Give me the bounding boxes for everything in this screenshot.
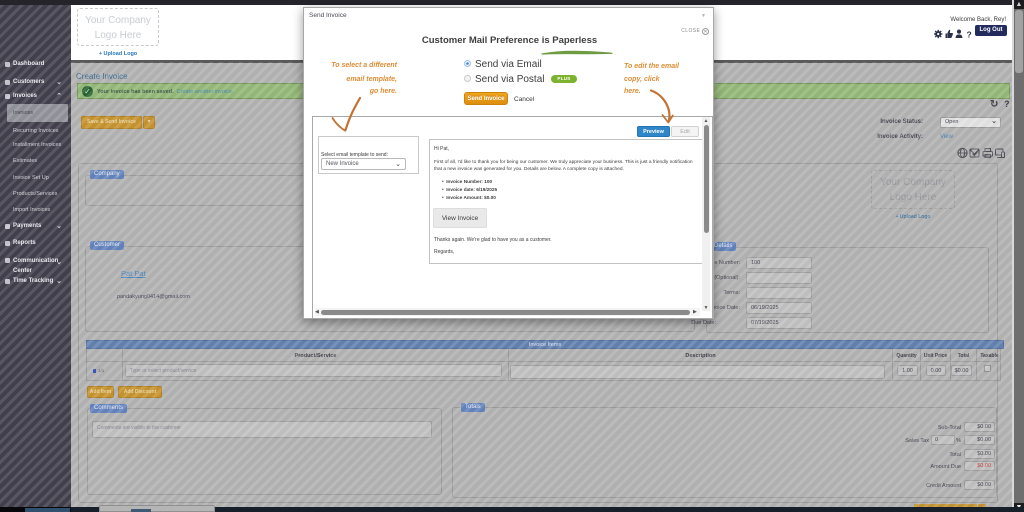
svg-text:?: ? — [967, 30, 972, 40]
